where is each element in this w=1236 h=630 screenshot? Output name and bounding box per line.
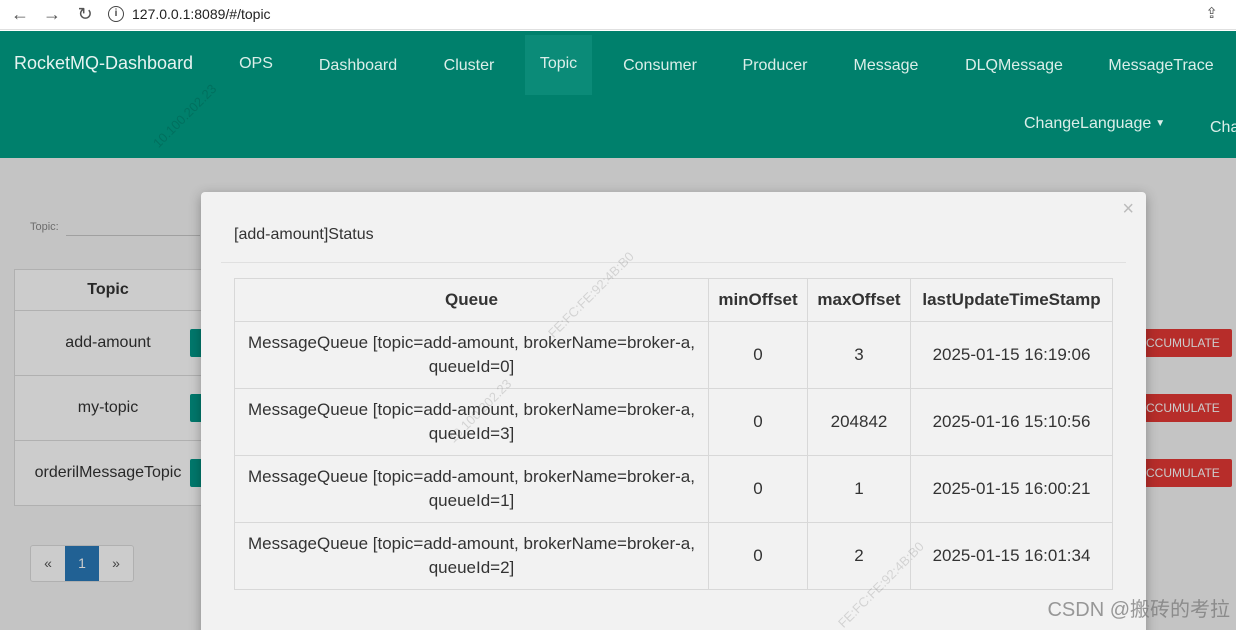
- nav-message[interactable]: Message: [840, 37, 932, 97]
- maxoffset-cell: 3: [807, 321, 911, 389]
- table-row: MessageQueue [topic=add-amount, brokerNa…: [234, 455, 1113, 523]
- reload-icon[interactable]: ↻: [73, 2, 97, 26]
- lastupdate-cell: 2025-01-15 16:19:06: [910, 321, 1113, 389]
- lastupdate-cell: 2025-01-15 16:01:34: [910, 522, 1113, 590]
- modal-title: [add-amount]Status: [234, 226, 374, 243]
- change-language-dropdown[interactable]: ChangeLanguage ▼: [1024, 115, 1165, 133]
- app-header: RocketMQ-Dashboard OPS Dashboard Cluster…: [0, 31, 1236, 158]
- table-row: MessageQueue [topic=add-amount, brokerNa…: [234, 522, 1113, 590]
- minoffset-cell: 0: [708, 321, 808, 389]
- csdn-watermark: CSDN @搬砖的考拉: [1047, 599, 1230, 621]
- share-icon[interactable]: ⇪: [1205, 4, 1218, 22]
- column-header-lastupdate: lastUpdateTimeStamp: [910, 278, 1113, 322]
- lastupdate-cell: 2025-01-16 15:10:56: [910, 388, 1113, 456]
- queue-status-table: Queue minOffset maxOffset lastUpdateTime…: [234, 278, 1113, 590]
- lastupdate-cell: 2025-01-15 16:00:21: [910, 455, 1113, 523]
- back-arrow-icon[interactable]: ←: [8, 2, 32, 26]
- browser-bar: ← → ↻ i 127.0.0.1:8089/#/topic ⇪: [0, 0, 1236, 30]
- address-bar[interactable]: i 127.0.0.1:8089/#/topic: [108, 2, 271, 26]
- queue-cell: MessageQueue [topic=add-amount, brokerNa…: [234, 455, 709, 523]
- queue-cell: MessageQueue [topic=add-amount, brokerNa…: [234, 321, 709, 389]
- nav-cluster[interactable]: Cluster: [430, 37, 508, 97]
- site-info-icon[interactable]: i: [108, 6, 124, 22]
- minoffset-cell: 0: [708, 455, 808, 523]
- divider: [221, 262, 1126, 263]
- caret-down-icon: ▼: [1155, 118, 1166, 130]
- maxoffset-cell: 1: [807, 455, 911, 523]
- minoffset-cell: 0: [708, 388, 808, 456]
- close-icon[interactable]: ×: [1122, 198, 1134, 221]
- nav-truncated-item[interactable]: Cha: [1210, 119, 1236, 137]
- nav-dashboard[interactable]: Dashboard: [306, 37, 410, 97]
- table-row: MessageQueue [topic=add-amount, brokerNa…: [234, 388, 1113, 456]
- maxoffset-cell: 204842: [807, 388, 911, 456]
- nav-producer[interactable]: Producer: [730, 37, 820, 97]
- topic-status-modal: × [add-amount]Status Queue minOffset max…: [201, 192, 1146, 630]
- column-header-queue: Queue: [234, 278, 709, 322]
- url-text[interactable]: 127.0.0.1:8089/#/topic: [132, 6, 271, 22]
- forward-arrow-icon[interactable]: →: [40, 2, 64, 26]
- change-language-label: ChangeLanguage: [1024, 115, 1152, 132]
- table-header-row: Queue minOffset maxOffset lastUpdateTime…: [234, 278, 1113, 322]
- minoffset-cell: 0: [708, 522, 808, 590]
- nav-consumer[interactable]: Consumer: [612, 37, 708, 97]
- queue-cell: MessageQueue [topic=add-amount, brokerNa…: [234, 522, 709, 590]
- nav-dlqmessage[interactable]: DLQMessage: [955, 37, 1073, 97]
- brand-logo[interactable]: RocketMQ-Dashboard: [14, 53, 193, 74]
- nav-messagetrace[interactable]: MessageTrace: [1096, 37, 1226, 97]
- table-row: MessageQueue [topic=add-amount, brokerNa…: [234, 321, 1113, 389]
- column-header-minoffset: minOffset: [708, 278, 808, 322]
- nav-ops[interactable]: OPS: [226, 35, 286, 95]
- nav-topic[interactable]: Topic: [525, 35, 592, 95]
- column-header-maxoffset: maxOffset: [807, 278, 911, 322]
